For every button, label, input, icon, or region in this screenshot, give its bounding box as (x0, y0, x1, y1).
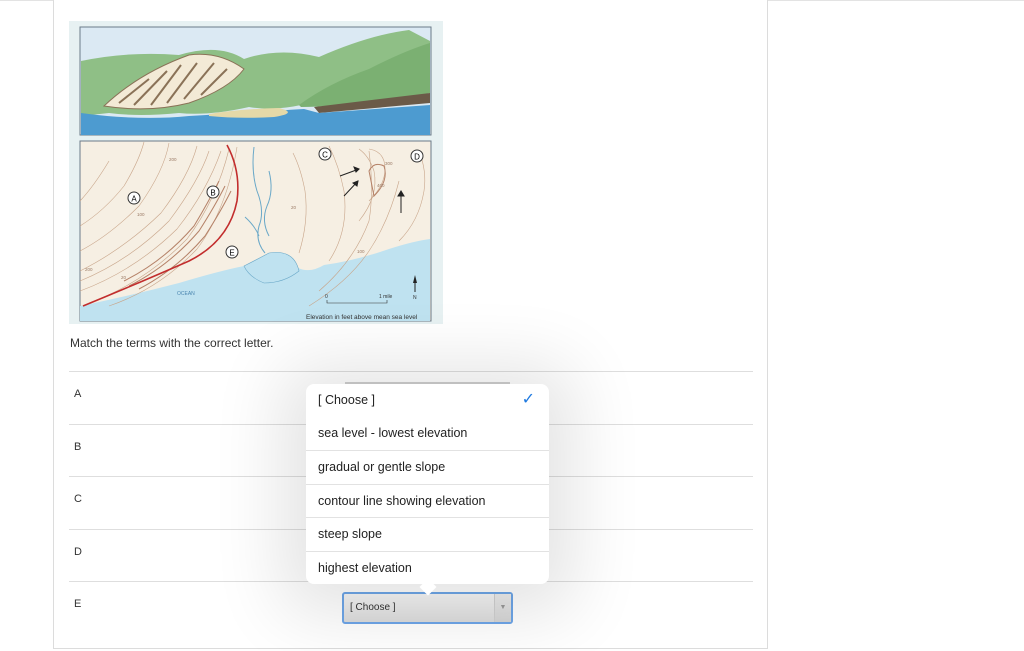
question-prompt: Match the terms with the correct letter. (70, 336, 274, 350)
option-choose[interactable]: [ Choose ] ✓ (306, 384, 549, 417)
svg-text:1 mile: 1 mile (379, 294, 393, 300)
svg-text:N: N (413, 295, 417, 301)
map-caption: Elevation in feet above mean sea level (306, 314, 418, 321)
svg-text:20: 20 (291, 205, 297, 210)
label-b: B (210, 189, 215, 198)
select-e-value: [ Choose ] (350, 602, 396, 613)
label-a: A (131, 195, 137, 204)
label-e: E (229, 249, 234, 258)
row-letter: E (74, 598, 82, 610)
option-steep-slope[interactable]: steep slope (306, 517, 549, 550)
select-e-dropdown[interactable]: [ Choose ] ▼ (342, 592, 513, 624)
option-label: steep slope (318, 527, 382, 541)
option-label: contour line showing elevation (318, 494, 486, 508)
row-letter: D (74, 546, 82, 558)
dropdown-popover: [ Choose ] ✓ sea level - lowest elevatio… (306, 384, 549, 596)
figure-illustration: A B C D E 200 100 20 200 20 300 400 100 … (79, 26, 432, 322)
svg-text:100: 100 (357, 249, 365, 254)
option-gentle-slope[interactable]: gradual or gentle slope (306, 450, 549, 483)
row-letter: A (74, 388, 82, 400)
topographic-map-figure: A B C D E 200 100 20 200 20 300 400 100 … (69, 21, 443, 324)
option-label: highest elevation (318, 561, 412, 575)
label-c: C (322, 151, 328, 160)
option-contour-line[interactable]: contour line showing elevation (306, 484, 549, 517)
row-letter: C (74, 493, 82, 505)
checkmark-icon: ✓ (521, 391, 535, 408)
svg-text:200: 200 (85, 267, 93, 272)
row-letter: B (74, 441, 82, 453)
landscape-perspective (79, 26, 432, 136)
option-sea-level[interactable]: sea level - lowest elevation (306, 417, 549, 450)
option-label: [ Choose ] (318, 393, 375, 407)
svg-text:200: 200 (169, 157, 177, 162)
svg-text:300: 300 (385, 161, 393, 166)
ocean-label: OCEAN (177, 291, 195, 297)
svg-text:100: 100 (137, 212, 145, 217)
topographic-map: A B C D E 200 100 20 200 20 300 400 100 … (79, 140, 432, 322)
label-d: D (414, 153, 420, 162)
option-highest-elevation[interactable]: highest elevation (306, 551, 549, 584)
chevron-down-icon: ▼ (494, 594, 511, 622)
svg-text:0: 0 (325, 294, 328, 300)
svg-text:20: 20 (121, 275, 127, 280)
option-label: sea level - lowest elevation (318, 426, 468, 440)
svg-text:400: 400 (377, 183, 385, 188)
option-label: gradual or gentle slope (318, 460, 446, 474)
